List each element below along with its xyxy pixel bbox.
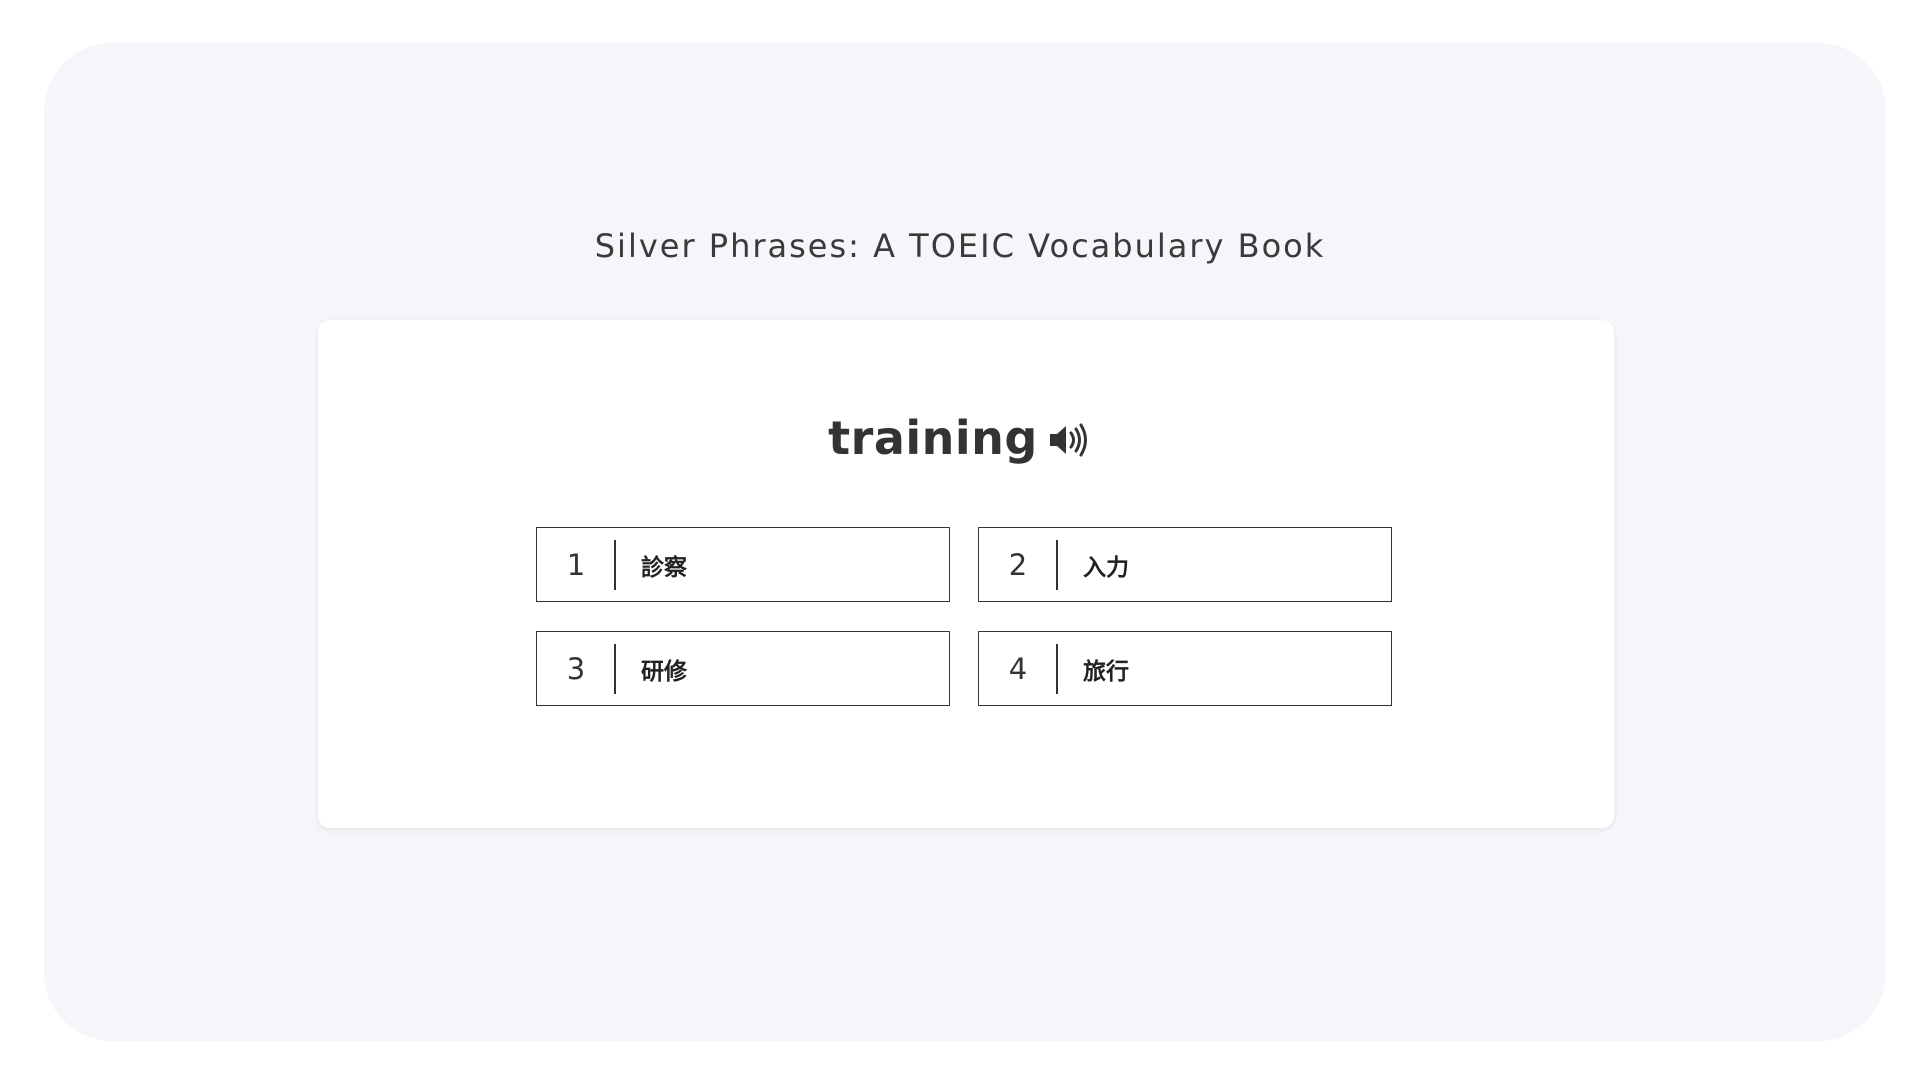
option-number: 2 <box>1008 547 1028 582</box>
option-3[interactable]: 3 研修 <box>536 631 950 706</box>
speaker-icon[interactable] <box>1048 422 1092 458</box>
book-title: Silver Phrases: A TOEIC Vocabulary Book <box>594 227 1326 265</box>
option-number: 3 <box>566 651 586 686</box>
option-divider <box>614 540 616 590</box>
quiz-card <box>318 320 1614 828</box>
option-number: 4 <box>1008 651 1028 686</box>
question-row: training <box>0 408 1920 468</box>
option-label: 入力 <box>1083 554 1129 581</box>
option-divider <box>1056 540 1058 590</box>
option-label: 診察 <box>641 554 687 581</box>
option-divider <box>1056 644 1058 694</box>
option-label: 研修 <box>641 658 687 685</box>
option-number: 1 <box>566 547 586 582</box>
option-2[interactable]: 2 入力 <box>978 527 1392 602</box>
option-1[interactable]: 1 診察 <box>536 527 950 602</box>
option-label: 旅行 <box>1083 658 1129 685</box>
option-4[interactable]: 4 旅行 <box>978 631 1392 706</box>
question-word: training <box>828 411 1038 465</box>
option-divider <box>614 644 616 694</box>
